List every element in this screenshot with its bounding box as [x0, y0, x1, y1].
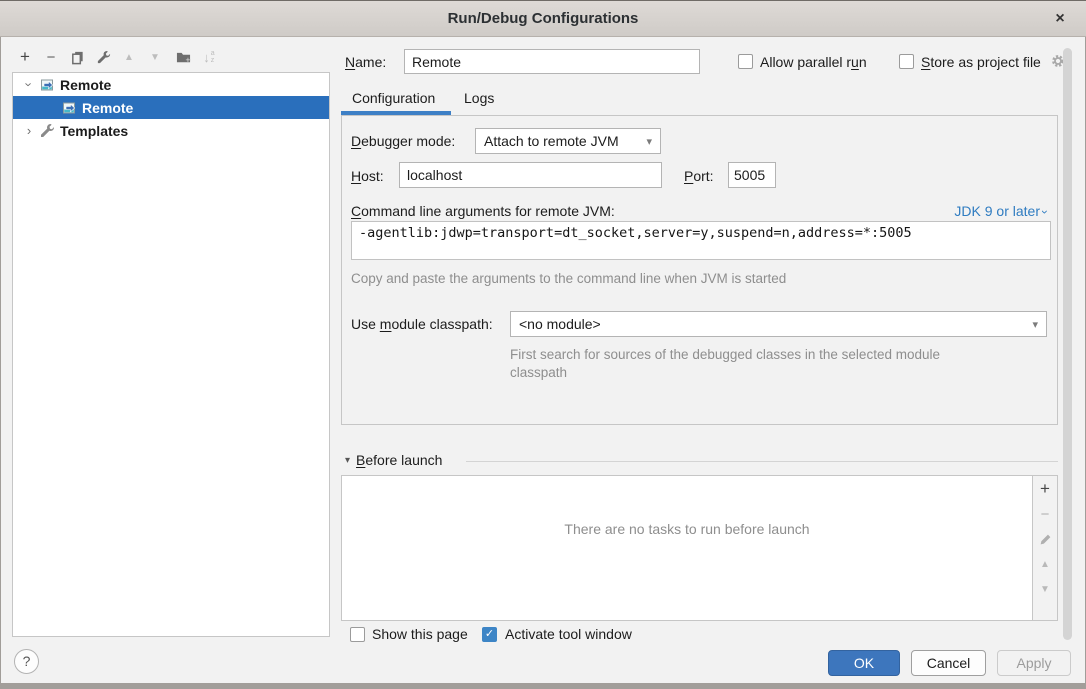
add-task-icon[interactable]: + [1037, 481, 1053, 497]
activate-tool-window-label[interactable]: Activate tool window [505, 626, 632, 642]
tree-item-templates[interactable]: › Templates [13, 119, 329, 142]
move-task-down-icon: ▼ [1037, 581, 1053, 597]
configuration-panel: Debugger mode: Attach to remote JVM ▾ Ho… [341, 115, 1058, 425]
host-label: Host: [351, 168, 384, 184]
command-line-arguments-value[interactable]: -agentlib:jdwp=transport=dt_socket,serve… [351, 221, 1051, 260]
chevron-down-icon[interactable]: › [22, 77, 37, 93]
tab-configuration[interactable]: Configuration [352, 90, 435, 106]
ok-button[interactable]: OK [828, 650, 900, 676]
window-bottom-edge [0, 683, 1086, 689]
templates-wrench-icon [39, 123, 55, 139]
tree-item-remote-group[interactable]: › Remote [13, 73, 329, 96]
chevron-right-icon[interactable]: › [21, 123, 37, 138]
show-this-page-checkbox[interactable] [350, 627, 365, 642]
new-folder-icon[interactable] [172, 46, 194, 68]
move-task-up-icon: ▲ [1037, 556, 1053, 572]
move-down-icon: ▼ [144, 46, 166, 68]
dropdown-arrow-icon: ▾ [646, 135, 652, 148]
edit-templates-wrench-icon[interactable] [92, 46, 114, 68]
vertical-scrollbar[interactable] [1063, 48, 1072, 640]
copy-configuration-icon[interactable] [66, 46, 88, 68]
module-classpath-select[interactable]: <no module> ▾ [510, 311, 1047, 337]
remote-config-icon [61, 100, 77, 116]
before-launch-box: There are no tasks to run before launch … [341, 475, 1058, 621]
tab-logs[interactable]: Logs [464, 90, 494, 106]
port-label: Port: [684, 168, 714, 184]
before-launch-task-list: There are no tasks to run before launch [342, 476, 1032, 620]
chevron-down-icon: › [1038, 210, 1052, 214]
edit-task-pencil-icon [1037, 531, 1053, 547]
jdk-version-link[interactable]: JDK 9 or later› [954, 203, 1047, 219]
allow-parallel-run-checkbox[interactable] [738, 54, 753, 69]
sort-alphabetically-icon: ↓az [198, 46, 220, 68]
before-launch-label: Before launch [356, 452, 442, 468]
cancel-button[interactable]: Cancel [911, 650, 986, 676]
configurations-tree: › Remote Remote › Templates [12, 72, 330, 637]
host-input[interactable] [399, 162, 662, 188]
command-line-hint: Copy and paste the arguments to the comm… [351, 271, 786, 286]
apply-button: Apply [997, 650, 1071, 676]
check-icon: ✓ [485, 628, 494, 640]
use-module-classpath-label: Use module classpath: [351, 316, 493, 332]
help-button[interactable]: ? [14, 649, 39, 674]
dropdown-arrow-icon: ▾ [1032, 318, 1038, 331]
allow-parallel-run-label[interactable]: Allow parallel run [760, 54, 867, 70]
empty-tasks-message: There are no tasks to run before launch [342, 521, 1032, 537]
name-label: Name: [345, 54, 386, 70]
activate-tool-window-checkbox[interactable]: ✓ [482, 627, 497, 642]
divider [466, 461, 1058, 462]
dialog-title: Run/Debug Configurations [0, 1, 1086, 36]
name-input[interactable] [404, 49, 700, 74]
clipped-options-row: Show this page ✓ Activate tool window [341, 626, 1041, 644]
before-launch-toolbar: + − ▲ ▼ [1032, 476, 1057, 620]
debugger-mode-select[interactable]: Attach to remote JVM ▾ [475, 128, 661, 154]
show-this-page-label[interactable]: Show this page [372, 626, 468, 642]
remove-task-icon: − [1037, 506, 1053, 522]
before-launch-toggle[interactable]: ▾ Before launch [345, 452, 442, 468]
run-debug-configurations-dialog: Run/Debug Configurations × + − ▲ ▼ ↓az ›… [0, 0, 1086, 689]
store-as-project-file-label[interactable]: Store as project file [921, 54, 1041, 70]
titlebar: Run/Debug Configurations × [0, 0, 1086, 37]
remove-icon[interactable]: − [40, 46, 62, 68]
tree-item-remote-selected[interactable]: Remote [13, 96, 329, 119]
tree-item-label: Remote [60, 77, 111, 93]
debugger-mode-label: Debugger mode: [351, 133, 455, 149]
store-as-project-file-checkbox[interactable] [899, 54, 914, 69]
tree-item-label: Remote [82, 100, 133, 116]
tree-item-label: Templates [60, 123, 128, 139]
command-line-arguments-label: Command line arguments for remote JVM: [351, 203, 615, 219]
module-classpath-hint: First search for sources of the debugged… [510, 346, 960, 382]
collapse-triangle-icon: ▾ [345, 455, 350, 466]
close-icon[interactable]: × [1048, 1, 1072, 36]
port-input[interactable] [728, 162, 776, 188]
remote-config-icon [39, 77, 55, 93]
add-icon[interactable]: + [14, 46, 36, 68]
move-up-icon: ▲ [118, 46, 140, 68]
